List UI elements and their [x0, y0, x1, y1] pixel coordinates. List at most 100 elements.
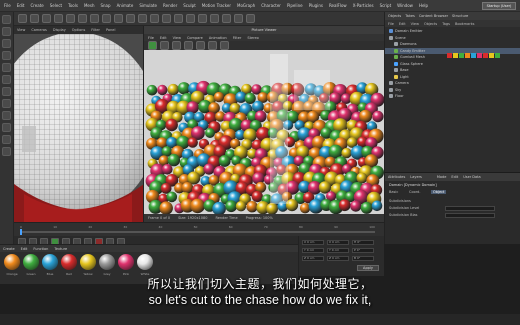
object-row[interactable]: Light: [385, 74, 520, 80]
menu-mograph[interactable]: MoGraph: [237, 3, 255, 8]
menu-edit[interactable]: Edit: [17, 3, 25, 8]
attr-object[interactable]: Object: [431, 190, 447, 194]
lock-icon[interactable]: [2, 147, 11, 156]
picture-viewer-titlebar[interactable]: Picture Viewer: [144, 26, 384, 34]
points-mode-icon[interactable]: [2, 63, 11, 72]
material-ball-grey[interactable]: [99, 254, 115, 270]
undo-icon[interactable]: [2, 15, 11, 24]
viewport-menu-cameras[interactable]: Cameras: [31, 28, 47, 32]
tab-objects[interactable]: Objects: [388, 14, 401, 18]
object-row[interactable]: Domain Emitter: [385, 28, 520, 34]
coordinate-field[interactable]: Y 0 cm: [327, 248, 349, 253]
menu-mesh[interactable]: Mesh: [84, 3, 95, 8]
tab-content-browser[interactable]: Content Browser: [419, 14, 448, 18]
material-ball-white[interactable]: [137, 254, 153, 270]
menu-file[interactable]: File: [4, 3, 11, 8]
pen-icon[interactable]: [174, 14, 183, 23]
move-tool-icon[interactable]: [2, 27, 11, 36]
menu-render[interactable]: Render: [163, 3, 177, 8]
menu-script[interactable]: Script: [380, 3, 392, 8]
coordinate-field[interactable]: Y 0 cm: [302, 248, 324, 253]
coordinate-field[interactable]: Z 0 cm: [327, 256, 349, 261]
viewport-menu-panel[interactable]: Panel: [106, 28, 115, 32]
mat-menu-edit[interactable]: Edit: [21, 247, 28, 251]
om-menu-objects[interactable]: Objects: [424, 22, 437, 26]
object-row[interactable]: Scene: [385, 35, 520, 41]
texture-mode-icon[interactable]: [2, 111, 11, 120]
z-axis-icon[interactable]: [102, 14, 111, 23]
live-select-icon[interactable]: [18, 14, 27, 23]
render-icon[interactable]: [148, 41, 157, 50]
move-icon[interactable]: [30, 14, 39, 23]
polygons-mode-icon[interactable]: [2, 87, 11, 96]
menu-help[interactable]: Help: [419, 3, 428, 8]
pv-menu-stereo[interactable]: Stereo: [247, 36, 258, 40]
coordinate-field[interactable]: H 0°: [352, 240, 374, 245]
attr-menu-mode[interactable]: Mode: [437, 175, 447, 179]
bend-icon[interactable]: [210, 14, 219, 23]
timeline[interactable]: 0 10 20 30 40 50 60 70 80 90 100: [14, 222, 384, 236]
timeline-track[interactable]: [20, 231, 375, 233]
object-row[interactable]: Daemons: [385, 41, 520, 47]
material-ball-blue[interactable]: [42, 254, 58, 270]
menu-simulate[interactable]: Simulate: [139, 3, 157, 8]
pv-menu-edit[interactable]: Edit: [160, 36, 167, 40]
coordinate-field[interactable]: Z 0 cm: [302, 256, 324, 261]
menu-snap[interactable]: Snap: [100, 3, 110, 8]
stop-render-icon[interactable]: [160, 41, 169, 50]
zoom-icon[interactable]: [184, 41, 193, 50]
y-axis-icon[interactable]: [90, 14, 99, 23]
render-picture-viewer-icon[interactable]: [138, 14, 147, 23]
menu-character[interactable]: Character: [261, 3, 281, 8]
material-ball-orange[interactable]: [4, 254, 20, 270]
recent-tools-icon[interactable]: [66, 14, 75, 23]
tab-layers[interactable]: Layers: [410, 175, 422, 179]
menu-create[interactable]: Create: [30, 3, 43, 8]
menu-select[interactable]: Select: [50, 3, 62, 8]
save-icon[interactable]: [172, 41, 181, 50]
histogram-icon[interactable]: [208, 41, 217, 50]
mat-menu-create[interactable]: Create: [3, 247, 15, 251]
perspective-viewport[interactable]: View Cameras Display Options Filter Pane…: [14, 26, 144, 222]
viewport-menu-options[interactable]: Options: [72, 28, 86, 32]
object-row[interactable]: Sky: [385, 87, 520, 93]
pv-menu-view[interactable]: View: [173, 36, 181, 40]
om-menu-view[interactable]: View: [411, 22, 419, 26]
coordinate-field[interactable]: X 0 cm: [302, 240, 324, 245]
menu-sculpt[interactable]: Sculpt: [183, 3, 196, 8]
material-ball-red[interactable]: [61, 254, 77, 270]
attr-basic[interactable]: Basic: [389, 190, 398, 194]
material-ball-yellow[interactable]: [80, 254, 96, 270]
apply-button[interactable]: Apply: [357, 265, 379, 271]
menu-animate[interactable]: Animate: [117, 3, 134, 8]
render-view-icon[interactable]: [126, 14, 135, 23]
viewport-menu-view[interactable]: View: [17, 28, 25, 32]
attr-menu-user-data[interactable]: User Data: [463, 175, 480, 179]
region-icon[interactable]: [196, 41, 205, 50]
menu-motion-tracker[interactable]: Motion Tracker: [202, 3, 231, 8]
mat-menu-function[interactable]: Function: [33, 247, 48, 251]
menu-plugins[interactable]: Plugins: [309, 3, 323, 8]
menu-pipeline[interactable]: Pipeline: [287, 3, 303, 8]
rotate-tool-icon[interactable]: [2, 51, 11, 60]
om-menu-file[interactable]: File: [388, 22, 394, 26]
om-menu-edit[interactable]: Edit: [399, 22, 406, 26]
tab-takes[interactable]: Takes: [405, 14, 415, 18]
viewport-menu-display[interactable]: Display: [53, 28, 66, 32]
material-ball-green[interactable]: [23, 254, 39, 270]
snap-icon[interactable]: [2, 123, 11, 132]
tab-structure[interactable]: Structure: [452, 14, 468, 18]
object-row[interactable]: Floor: [385, 93, 520, 99]
viewport-menu-filter[interactable]: Filter: [91, 28, 100, 32]
scale-icon[interactable]: [42, 14, 51, 23]
coordinate-field[interactable]: P 0°: [352, 248, 374, 253]
coord-system-icon[interactable]: [114, 14, 123, 23]
floor-icon[interactable]: [222, 14, 231, 23]
attr-menu-edit[interactable]: Edit: [451, 175, 458, 179]
subdiv-bias-field[interactable]: [445, 213, 495, 218]
cube-icon[interactable]: [162, 14, 171, 23]
menu-tools[interactable]: Tools: [68, 3, 78, 8]
subdivision-icon[interactable]: [186, 14, 195, 23]
light-icon[interactable]: [246, 14, 255, 23]
coordinate-field[interactable]: B 0°: [352, 256, 374, 261]
